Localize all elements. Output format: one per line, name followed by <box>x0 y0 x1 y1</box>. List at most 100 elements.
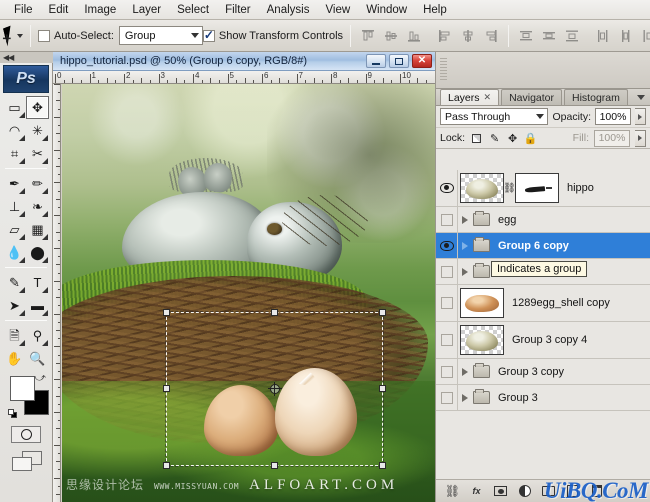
transform-reference-point[interactable] <box>270 384 280 394</box>
create-new-layer-button[interactable] <box>565 484 580 499</box>
distribute-bottom-edges-icon[interactable] <box>562 26 582 46</box>
table-row[interactable]: ⛓ hippo <box>436 170 650 207</box>
create-adjustment-layer-button[interactable] <box>517 484 532 499</box>
close-button[interactable]: ✕ <box>412 54 432 68</box>
distribute-left-edges-icon[interactable] <box>593 26 613 46</box>
tool-preset-chevron-down-icon[interactable] <box>17 34 23 38</box>
align-top-edges-icon[interactable] <box>358 26 378 46</box>
eyedropper-tool[interactable]: ⚲ <box>26 324 49 347</box>
table-row[interactable]: Group 3 copy 4 <box>436 322 650 359</box>
foreground-color-swatch[interactable] <box>10 376 35 401</box>
align-horizontal-centers-icon[interactable] <box>458 26 478 46</box>
auto-select-checkbox[interactable] <box>38 30 50 42</box>
menu-item-filter[interactable]: Filter <box>217 2 259 18</box>
table-row[interactable]: Group 6 copy <box>436 233 650 259</box>
menu-item-layer[interactable]: Layer <box>124 2 169 18</box>
distribute-horizontal-centers-icon[interactable] <box>616 26 636 46</box>
magic-wand-tool[interactable]: ✳ <box>26 119 49 142</box>
table-row[interactable]: Group 3 <box>436 385 650 411</box>
add-layer-mask-button[interactable] <box>493 484 508 499</box>
panel-menu-icon[interactable] <box>635 92 647 103</box>
link-layers-button[interactable]: ⛓ <box>445 484 460 499</box>
lock-position-icon[interactable]: ✥ <box>506 132 519 145</box>
menu-item-file[interactable]: File <box>6 2 41 18</box>
pen-tool[interactable]: ✎ <box>3 271 26 294</box>
close-icon[interactable]: ✕ <box>484 92 492 103</box>
distribute-top-edges-icon[interactable] <box>516 26 536 46</box>
opacity-slider-arrow[interactable] <box>635 108 646 125</box>
group-disclosure-icon[interactable] <box>458 242 472 250</box>
rectangle-shape-tool[interactable]: ▬ <box>26 294 49 317</box>
history-brush-tool[interactable]: ❧ <box>26 195 49 218</box>
layer-list[interactable]: ⛓ hippo egg <box>436 170 650 480</box>
tab-navigator[interactable]: Navigator <box>501 89 562 105</box>
menu-item-window[interactable]: Window <box>358 2 415 18</box>
group-disclosure-icon[interactable] <box>458 216 472 224</box>
eraser-tool[interactable]: ▱ <box>3 218 26 241</box>
layer-mask-thumbnail[interactable] <box>515 173 559 203</box>
menu-item-help[interactable]: Help <box>415 2 455 18</box>
type-tool[interactable]: T <box>26 271 49 294</box>
transform-handle-top-left[interactable] <box>163 309 170 316</box>
transform-handle-bottom-right[interactable] <box>379 462 386 469</box>
lock-image-pixels-icon[interactable]: ✎ <box>488 132 501 145</box>
align-bottom-edges-icon[interactable] <box>404 26 424 46</box>
table-row[interactable]: 1289egg_shell copy <box>436 285 650 322</box>
transform-handle-top-center[interactable] <box>271 309 278 316</box>
delete-layer-button[interactable] <box>589 484 604 499</box>
show-transform-controls-checkbox[interactable] <box>203 30 215 42</box>
layer-visibility-toggle[interactable] <box>436 233 458 258</box>
restore-button[interactable] <box>389 54 409 68</box>
table-row[interactable]: egg <box>436 207 650 233</box>
layer-thumbnail[interactable] <box>460 173 504 203</box>
blur-tool[interactable]: 💧 <box>3 241 26 264</box>
minimize-button[interactable] <box>366 54 386 68</box>
zoom-tool[interactable]: 🔍 <box>26 347 49 370</box>
link-icon[interactable]: ⛓ <box>504 183 515 194</box>
layer-visibility-toggle[interactable] <box>436 170 458 206</box>
auto-select-dropdown[interactable]: Group <box>119 26 203 45</box>
table-row[interactable]: Group 3 copy <box>436 359 650 385</box>
menu-item-view[interactable]: View <box>317 2 358 18</box>
dodge-tool[interactable]: ⬤ <box>26 241 49 264</box>
healing-brush-tool[interactable]: ✒ <box>3 172 26 195</box>
create-group-button[interactable] <box>541 484 556 499</box>
table-row[interactable]: Indicates a group <box>436 259 650 285</box>
clone-stamp-tool[interactable]: ⊥ <box>3 195 26 218</box>
fill-input[interactable]: 100% <box>594 130 630 147</box>
path-selection-tool[interactable]: ➤ <box>3 294 26 317</box>
crop-tool[interactable]: ⌗ <box>3 142 26 165</box>
document-title-bar[interactable]: hippo_tutorial.psd @ 50% (Group 6 copy, … <box>53 52 435 71</box>
slice-tool[interactable]: ✂ <box>26 142 49 165</box>
opacity-input[interactable]: 100% <box>595 108 631 125</box>
layer-thumbnail[interactable] <box>460 325 504 355</box>
layer-visibility-toggle[interactable] <box>436 285 458 321</box>
transform-selection-box[interactable] <box>166 312 382 467</box>
menu-item-analysis[interactable]: Analysis <box>259 2 318 18</box>
align-left-edges-icon[interactable] <box>435 26 455 46</box>
layer-visibility-toggle[interactable] <box>436 207 458 232</box>
transform-handle-bottom-left[interactable] <box>163 462 170 469</box>
vertical-ruler[interactable] <box>53 84 61 502</box>
hand-tool[interactable]: ✋ <box>3 347 26 370</box>
collapse-icon[interactable]: ◀◀ <box>3 53 13 62</box>
fill-slider-arrow[interactable] <box>635 130 646 147</box>
image-canvas[interactable]: 思缘设计论坛 WWW.MISSYUAN.COM ALFOART.COM <box>62 84 435 502</box>
swap-colors-icon[interactable]: ⤻ <box>34 372 46 385</box>
align-vertical-centers-icon[interactable] <box>381 26 401 46</box>
layer-thumbnail[interactable] <box>460 288 504 318</box>
lock-all-icon[interactable]: 🔒 <box>524 132 537 145</box>
panel-dock-grip[interactable] <box>440 58 447 82</box>
move-tool-icon[interactable]: ✛ <box>5 24 13 48</box>
tab-histogram[interactable]: Histogram <box>564 89 628 105</box>
transform-handle-bottom-center[interactable] <box>271 462 278 469</box>
gradient-tool[interactable]: ▦ <box>26 218 49 241</box>
distribute-right-edges-icon[interactable] <box>639 26 650 46</box>
add-layer-style-button[interactable]: fx <box>469 484 484 499</box>
layer-visibility-toggle[interactable] <box>436 259 458 284</box>
menu-item-select[interactable]: Select <box>169 2 217 18</box>
brush-tool[interactable]: ✏ <box>26 172 49 195</box>
default-colors-icon[interactable] <box>8 409 17 418</box>
notes-tool[interactable]: 🗎 <box>3 324 26 347</box>
transform-handle-middle-left[interactable] <box>163 385 170 392</box>
